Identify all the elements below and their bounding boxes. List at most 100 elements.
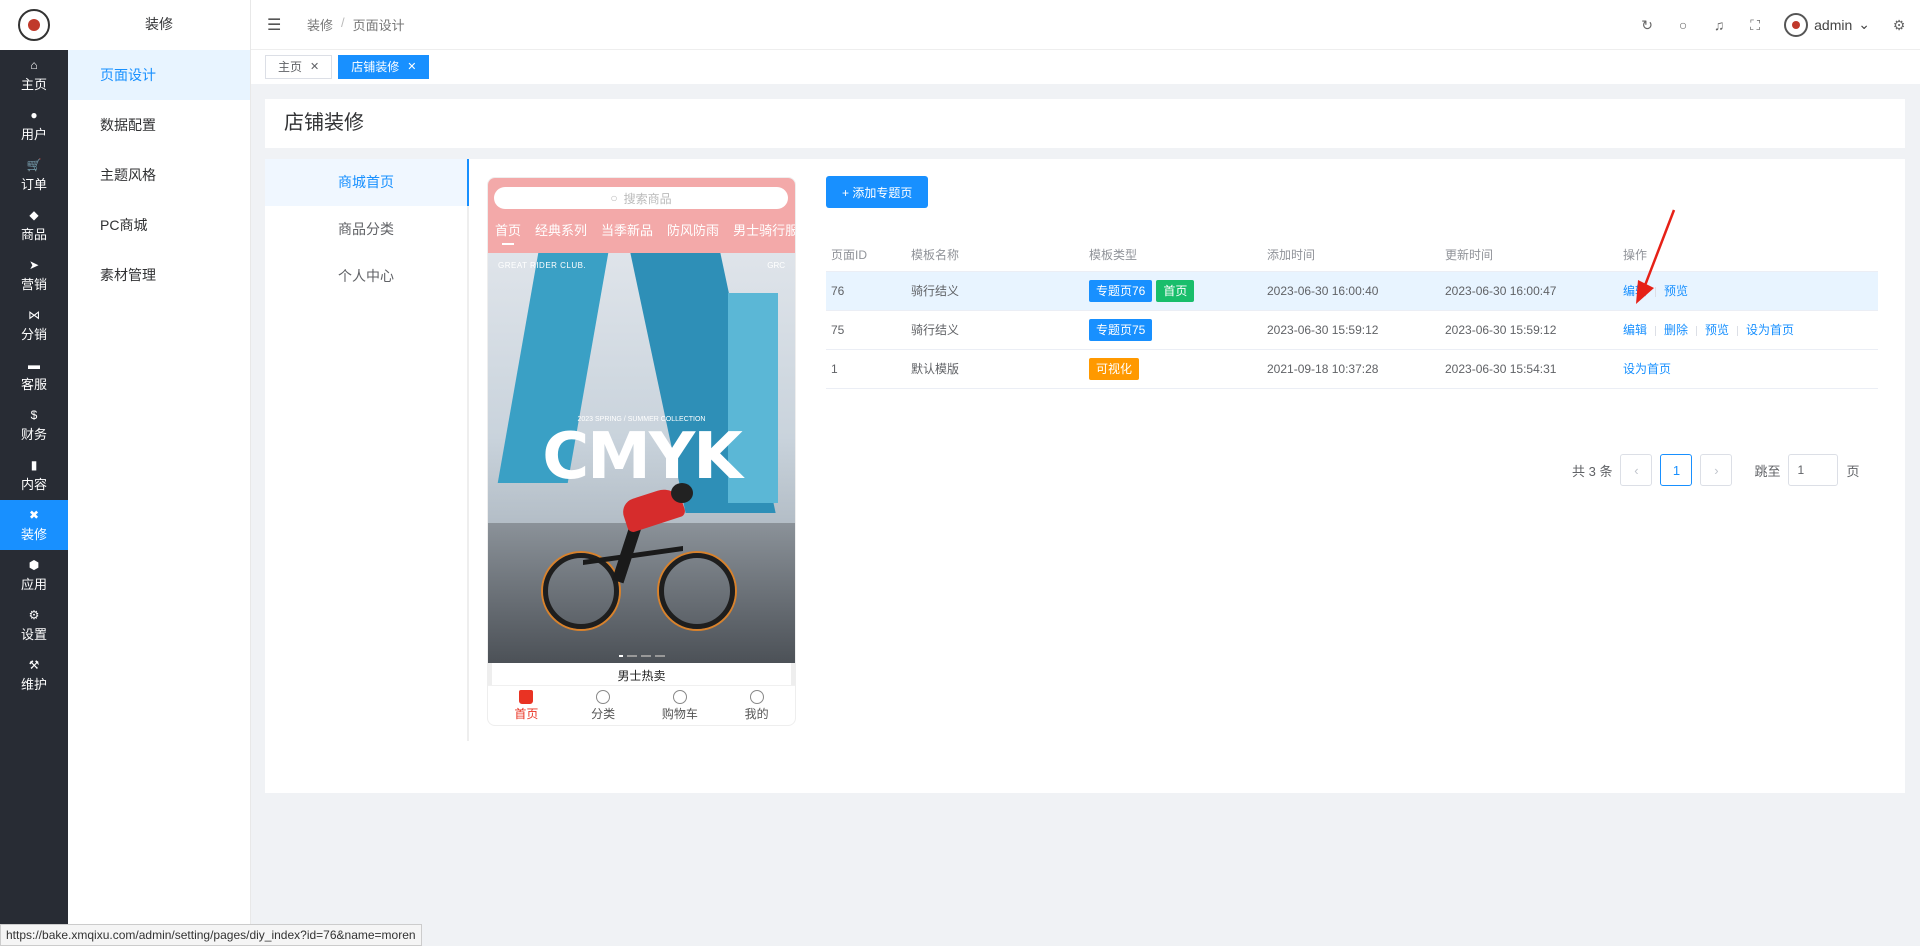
prev-page-button[interactable]: ‹ [1620,454,1653,486]
sidebar-item-tools[interactable]: ✖ 装修 [0,500,68,550]
banner-brand: GREAT RIDER CLUB. [498,261,587,270]
sidebar-item-cube[interactable]: ⬢ 应用 [0,550,68,600]
submenu: 装修 页面设计 数据配置 主题风格 PC商城 素材管理 [68,0,251,946]
phone-nav-home: 首页 [488,686,565,725]
sidebar-item-hammer[interactable]: ⚒ 维护 [0,650,68,700]
bell-icon[interactable]: ♫ [1712,18,1726,32]
carousel-dots [488,655,795,657]
set-home-link[interactable]: 设为首页 [1746,323,1794,337]
cell-page-id: 76 [826,271,906,311]
sidebar-item-label: 装修 [20,526,47,542]
breadcrumb: 装修 / 页面设计 [307,15,405,34]
submenu-title: 装修 [145,16,173,32]
submenu-item-theme-style[interactable]: 主题风格 [68,150,250,200]
tab-mall-home[interactable]: 商城首页 [265,159,469,206]
edit-link[interactable]: 编辑 [1623,323,1647,337]
phone-category: 经典系列 [535,223,588,238]
chat-icon: ▬ [28,357,40,372]
jump-page-input[interactable] [1788,454,1839,486]
sidebar-item-basket[interactable]: ◆ 商品 [0,200,68,250]
page-number[interactable]: 1 [1660,454,1693,486]
sidebar-item-label: 订单 [20,176,47,192]
phone-nav-mine: 我的 [718,686,795,725]
phone-category: 防风防雨 [667,223,720,238]
cell-template-type: 可视化 [1084,349,1262,389]
total-count: 共 3 条 [1572,463,1613,479]
tab-home[interactable]: 主页 ✕ [265,55,333,79]
sidebar-item-home[interactable]: ⌂ 主页 [0,50,68,100]
user-icon [749,689,764,704]
page-suffix: 页 [1846,463,1860,479]
close-icon[interactable]: ✕ [310,56,319,78]
settings-gear-icon[interactable]: ⚙ [1892,18,1906,32]
next-page-button[interactable]: › [1700,454,1733,486]
sidebar-item-user[interactable]: ● 用户 [0,100,68,150]
cell-added-time: 2023-06-30 15:59:12 [1262,310,1440,350]
tab-shop-decoration[interactable]: 店铺装修 ✕ [338,55,430,79]
add-topic-page-button[interactable]: + 添加专题页 [826,176,929,208]
phone-section-title: 男士热卖 [488,663,795,685]
sidebar-item-book[interactable]: ▮ 内容 [0,450,68,500]
template-table: 页面ID 模板名称 模板类型 添加时间 更新时间 操作 76 骑行结义 专题页76 首… [826,239,1878,389]
table-row: 75 骑行结义 专题页75 2023-06-30 15:59:12 2023-06-30… [826,310,1878,350]
submenu-item-page-design[interactable]: 页面设计 [68,50,250,100]
action-divider [1737,325,1739,336]
sidebar-item-cart[interactable]: 🛒 订单 [0,150,68,200]
phone-search-bar: ○ 搜索商品 [494,187,788,209]
search-icon[interactable]: ○ [1676,18,1690,32]
phone-bottom-nav: 首页 分类 购物车 我的 [488,685,795,725]
cell-template-name: 骑行结义 [906,310,1084,350]
sidebar-item-share[interactable]: ⋈ 分销 [0,300,68,350]
fullscreen-icon[interactable]: ⛶ [1748,18,1762,32]
preview-link[interactable]: 预览 [1705,323,1729,337]
cell-updated-time: 2023-06-30 15:59:12 [1440,310,1618,350]
cart-icon [672,689,687,704]
top-header: ☰ 装修 / 页面设计 ↻ ○ ♫ ⛶ admin ⌄ ⚙ [251,0,1920,50]
breadcrumb-item[interactable]: 装修 [307,15,333,34]
phone-search-placeholder: 搜索商品 [623,191,672,206]
hammer-icon: ⚒ [28,657,40,672]
type-tag: 可视化 [1089,357,1140,380]
phone-preview: ○ 搜索商品 首页 经典系列 当季新品 防风防雨 男士骑行服 GREAT RID… [487,177,796,726]
cell-added-time: 2021-09-18 10:37:28 [1262,349,1440,389]
sidebar-item-gear[interactable]: ⚙ 设置 [0,600,68,650]
menu-toggle-icon[interactable]: ☰ [267,15,287,35]
sidebar-item-label: 分销 [20,326,47,342]
column-header: 模板类型 [1084,239,1262,272]
submenu-item-pc-mall[interactable]: PC商城 [68,200,250,250]
sidebar-item-label: 应用 [20,576,47,592]
cell-page-id: 75 [826,310,906,350]
cell-template-name: 默认模版 [906,349,1084,389]
set-home-link[interactable]: 设为首页 [1623,362,1671,376]
phone-nav-category: 分类 [565,686,642,725]
banner-brand-right: GRC [767,261,785,270]
sidebar-item-send[interactable]: ➤ 营销 [0,250,68,300]
refresh-icon[interactable]: ↻ [1640,18,1654,32]
tab-product-category[interactable]: 商品分类 [265,206,467,253]
phone-category: 当季新品 [601,223,654,238]
submenu-item-material[interactable]: 素材管理 [68,250,250,300]
home-icon: ⌂ [30,57,38,72]
submenu-item-data-config[interactable]: 数据配置 [68,100,250,150]
tab-personal-center[interactable]: 个人中心 [265,253,467,300]
sidebar-item-chat[interactable]: ▬ 客服 [0,350,68,400]
cell-updated-time: 2023-06-30 16:00:47 [1440,271,1618,311]
close-icon[interactable]: ✕ [407,56,416,78]
user-name: admin [1814,16,1853,33]
main-sidebar: ⌂ 主页 ● 用户 🛒 订单 ◆ 商品 ➤ 营销 ⋈ 分销 ▬ 客服 $ 财务 ▮ 内容 ✖ 装修 ⬢ 应用 ⚙ 设置 ⚒ 维护 [0,0,68,946]
search-icon: ○ [610,191,618,205]
banner-image: GREAT RIDER CLUB. GRC 2023 SPRING / SUMM… [488,253,795,663]
column-header: 添加时间 [1262,239,1440,272]
avatar [1784,12,1809,37]
cell-template-name: 骑行结义 [906,271,1084,311]
app-logo[interactable] [0,0,68,50]
home-icon [519,689,534,704]
status-url: https://bake.xmqixu.com/admin/setting/pa… [0,924,422,946]
annotation-arrow [1636,209,1676,304]
user-menu[interactable]: admin ⌄ [1784,12,1870,37]
cyclist-illustration [543,483,735,633]
sidebar-item-dollar[interactable]: $ 财务 [0,400,68,450]
send-icon: ➤ [28,257,40,272]
sidebar-item-label: 营销 [20,276,47,292]
delete-link[interactable]: 删除 [1664,323,1688,337]
